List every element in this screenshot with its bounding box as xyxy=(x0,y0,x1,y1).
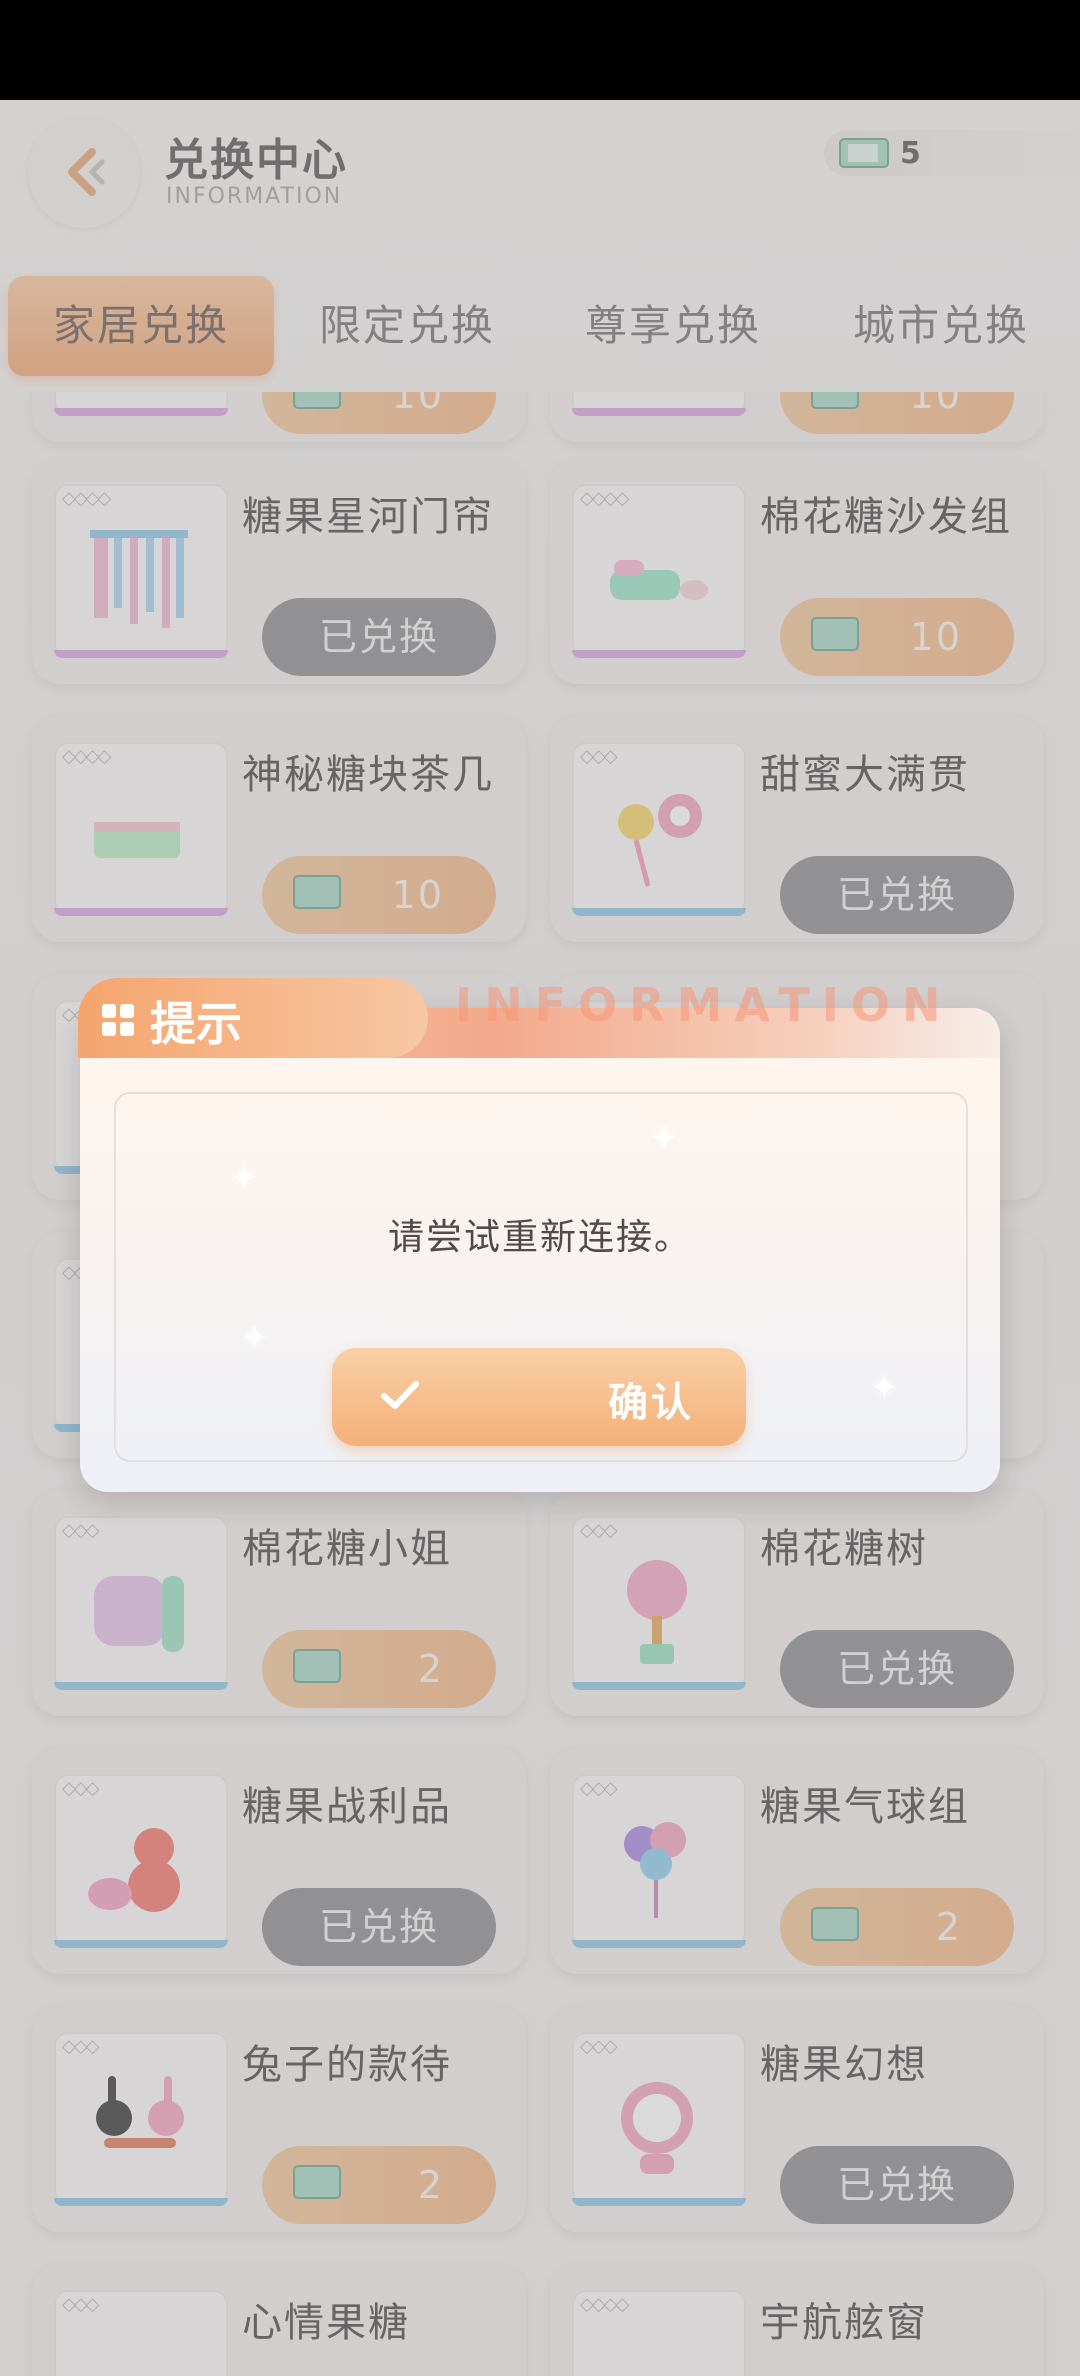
confirm-label: 确认 xyxy=(608,1380,694,1426)
dialog-decor-text: INFORMATION xyxy=(455,978,953,1032)
confirm-button[interactable]: 确认 xyxy=(332,1348,746,1446)
status-bar xyxy=(0,0,1080,100)
prompt-dialog: INFORMATION ✦ ✦ ✦ ✦ 请尝试重新连接。 确认 xyxy=(80,978,1000,1492)
dialog-title-pill: 提示 xyxy=(78,978,428,1058)
sparkle-icon: ✦ xyxy=(870,1368,899,1408)
grid-icon xyxy=(102,1004,134,1036)
dialog-title: 提示 xyxy=(150,997,242,1051)
sparkle-icon: ✦ xyxy=(230,1158,259,1198)
dialog-message: 请尝试重新连接。 xyxy=(387,1217,692,1258)
sparkle-icon: ✦ xyxy=(240,1318,269,1358)
check-icon xyxy=(381,1381,419,1409)
sparkle-icon: ✦ xyxy=(650,1118,679,1158)
